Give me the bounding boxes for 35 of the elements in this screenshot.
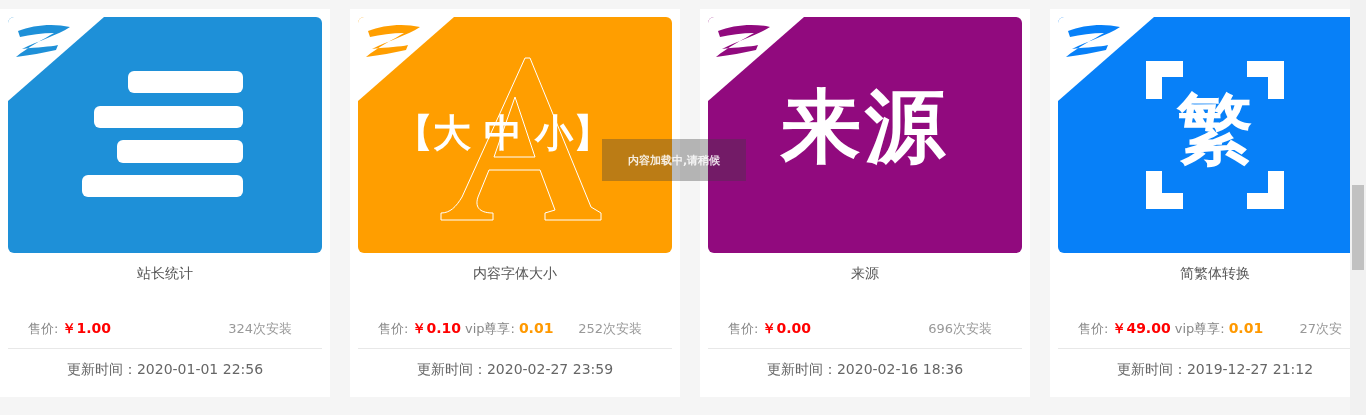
- logo-corner-icon: [358, 17, 454, 101]
- price-label: 售价:: [728, 320, 759, 338]
- update-time: 更新时间：2020-01-01 22:56: [65, 361, 265, 379]
- update-time: 更新时间：2020-02-27 23:59: [415, 361, 615, 379]
- price-label: 售价:: [28, 320, 59, 338]
- plugin-title[interactable]: 内容字体大小: [358, 265, 672, 285]
- install-count: 324次安装: [228, 320, 292, 338]
- price: ￥0.10: [412, 320, 461, 338]
- plugin-card[interactable]: 站长统计 售价: ￥1.00 324次安装 更新时间：2020-01-01 22:56: [0, 9, 330, 397]
- vip-price: 0.01: [518, 320, 554, 336]
- plugin-title[interactable]: 简繁体转换: [1058, 265, 1350, 285]
- thumbnail-text: 来源: [781, 79, 949, 175]
- install-count: 696次安装: [928, 320, 992, 338]
- vip-price-label: vip尊享:: [1174, 320, 1225, 338]
- update-time: 更新时间：2020-02-16 18:36: [765, 361, 965, 379]
- scrollbar-thumb[interactable]: [1352, 185, 1364, 270]
- price: ￥1.00: [62, 320, 111, 338]
- plugin-card[interactable]: 繁 简繁体转换 售价: ￥49.00 vip尊享: 0.01 27次安 更新时间：2019-12-27 21:12: [1050, 9, 1350, 397]
- vip-price: 0.01: [1228, 320, 1264, 336]
- install-count: 27次安: [1299, 320, 1342, 338]
- plugin-title[interactable]: 站长统计: [8, 265, 322, 285]
- price: ￥0.00: [762, 320, 811, 338]
- install-count: 252次安装: [578, 320, 642, 338]
- plugin-thumbnail[interactable]: [8, 17, 322, 253]
- vip-price-label: vip尊享:: [464, 320, 515, 338]
- update-time: 更新时间：2019-12-27 21:12: [1115, 361, 1315, 379]
- price-label: 售价:: [378, 320, 409, 338]
- plugin-title[interactable]: 来源: [708, 265, 1022, 285]
- price-label: 售价:: [1078, 320, 1109, 338]
- thumbnail-text: 繁: [1177, 82, 1253, 175]
- price: ￥49.00: [1112, 320, 1171, 338]
- logo-corner-icon: [1058, 17, 1154, 101]
- plugin-thumbnail[interactable]: 繁: [1058, 17, 1350, 253]
- logo-corner-icon: [8, 17, 104, 101]
- scrollbar[interactable]: [1350, 0, 1366, 415]
